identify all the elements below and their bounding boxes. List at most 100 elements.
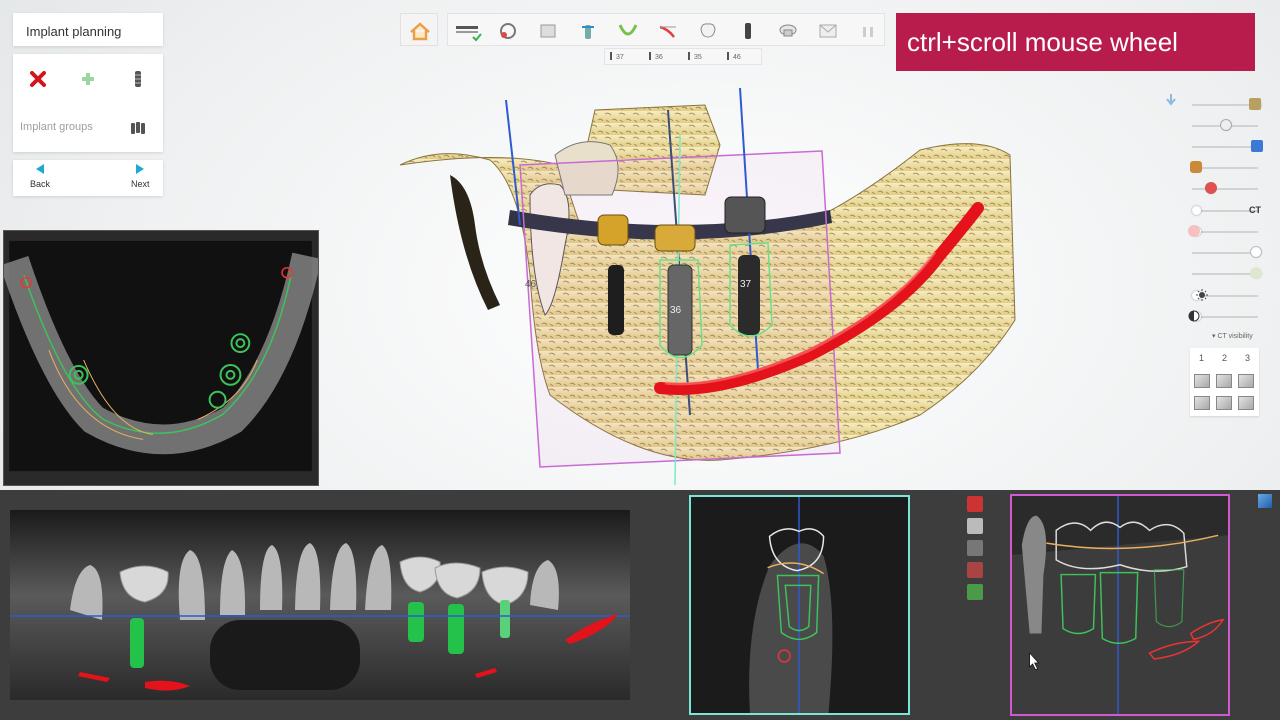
ct-label: CT bbox=[1249, 205, 1261, 215]
layout-2[interactable]: 2 bbox=[1222, 353, 1227, 363]
nerve-tool-icon[interactable] bbox=[967, 562, 983, 578]
tooth-tab-35[interactable]: 35 bbox=[688, 52, 702, 61]
jaw-curve-icon bbox=[618, 23, 637, 35]
implant-groups-button[interactable] bbox=[123, 113, 153, 143]
measure-tool-icon[interactable] bbox=[967, 496, 983, 512]
implant-mini-icon bbox=[727, 52, 729, 60]
adjust-tool-icon[interactable] bbox=[967, 584, 983, 600]
tooth-tabs: 37 36 35 46 bbox=[604, 48, 762, 65]
tool-nerve[interactable] bbox=[648, 14, 687, 47]
abutment-37 bbox=[724, 196, 766, 234]
view-cube-front-icon[interactable] bbox=[1194, 374, 1210, 388]
layout-1[interactable]: 1 bbox=[1199, 353, 1204, 363]
abutment-36 bbox=[654, 224, 696, 252]
contrast-slider[interactable] bbox=[1192, 312, 1258, 321]
delete-implant-button[interactable] bbox=[23, 64, 53, 94]
nerve-icon bbox=[659, 25, 676, 38]
visibility-slider-guide[interactable] bbox=[1192, 142, 1261, 151]
next-label: Next bbox=[131, 179, 150, 189]
panel-title: Implant planning bbox=[26, 24, 122, 39]
guide-icon bbox=[819, 24, 836, 37]
implant-label-37: 37 bbox=[740, 279, 752, 290]
implant-mini-icon bbox=[610, 52, 612, 60]
implant-group-icon bbox=[131, 122, 145, 134]
crown-visibility-icon bbox=[1220, 119, 1232, 131]
tooth-visibility-icon bbox=[1250, 246, 1262, 258]
next-arrow-icon bbox=[136, 164, 145, 174]
layout-3[interactable]: 3 bbox=[1245, 353, 1250, 363]
tool-segmentation[interactable] bbox=[488, 14, 527, 47]
view-maximize-icon[interactable] bbox=[1258, 494, 1272, 508]
tool-implant[interactable] bbox=[728, 14, 767, 47]
view-cube-side-icon[interactable] bbox=[1238, 374, 1254, 388]
workflow-toolbar bbox=[447, 13, 885, 46]
add-implant-button[interactable] bbox=[73, 64, 103, 94]
export-icon bbox=[862, 26, 873, 37]
tool-jaw-curve[interactable] bbox=[608, 14, 647, 47]
view-cube-bottom-icon[interactable] bbox=[1216, 396, 1232, 410]
implant-mini-icon bbox=[649, 52, 651, 60]
visibility-slider-soft-tissue[interactable] bbox=[1192, 227, 1258, 236]
bone-model-icon bbox=[1249, 98, 1261, 110]
ct-visibility-label[interactable]: ▾ CT visibility bbox=[1212, 332, 1253, 340]
home-button[interactable] bbox=[400, 13, 438, 46]
next-button[interactable]: Next bbox=[131, 164, 150, 189]
3d-viewport[interactable]: 46 36 37 bbox=[380, 75, 1180, 490]
segmentation-icon bbox=[499, 22, 516, 39]
nerve-visibility-icon bbox=[1205, 182, 1217, 194]
implant-tool-icon[interactable] bbox=[967, 540, 983, 556]
tool-crown[interactable] bbox=[688, 14, 727, 47]
view-layout-card: 1 2 3 bbox=[1190, 348, 1259, 416]
cross-section-tools bbox=[964, 494, 986, 604]
sleeve-icon bbox=[779, 24, 796, 36]
contrast-icon bbox=[1188, 310, 1200, 322]
axial-ct-view[interactable] bbox=[3, 230, 319, 486]
reset-arrow-icon[interactable] bbox=[1166, 94, 1176, 106]
implant-groups-label: Implant groups bbox=[20, 121, 93, 133]
implant-37[interactable] bbox=[738, 255, 760, 335]
implant-library-button[interactable] bbox=[123, 64, 153, 94]
hint-banner: ctrl+scroll mouse wheel bbox=[896, 13, 1255, 71]
sleeve-visibility-icon bbox=[1190, 161, 1202, 173]
implant-label-36: 36 bbox=[670, 305, 682, 316]
tool-sleeve[interactable] bbox=[768, 14, 807, 47]
visibility-slider-scan[interactable] bbox=[1192, 269, 1261, 278]
tooth-tab-36[interactable]: 36 bbox=[649, 52, 663, 61]
scan-visibility-icon bbox=[1250, 267, 1262, 279]
view-cube-top-icon[interactable] bbox=[1216, 374, 1232, 388]
tooth-tab-37[interactable]: 37 bbox=[610, 52, 624, 61]
view-cube-back-icon[interactable] bbox=[1194, 396, 1210, 410]
tool-export[interactable] bbox=[848, 14, 887, 47]
brightness-icon bbox=[1196, 289, 1208, 301]
tool-guide[interactable] bbox=[808, 14, 847, 47]
visibility-slider-nerve[interactable] bbox=[1192, 184, 1258, 193]
cross-section-view-2[interactable] bbox=[1010, 494, 1230, 716]
back-arrow-icon bbox=[36, 164, 44, 174]
home-icon bbox=[410, 22, 430, 41]
implant-icon bbox=[744, 22, 751, 39]
implant-mini-icon bbox=[688, 52, 690, 60]
visibility-slider-bone[interactable] bbox=[1192, 248, 1261, 257]
implant-icon bbox=[135, 71, 141, 87]
abutment-35 bbox=[597, 214, 629, 246]
navigation-card: Back Next bbox=[13, 160, 163, 196]
guide-visibility-icon bbox=[1251, 140, 1263, 152]
cross-section-view-1[interactable] bbox=[689, 495, 910, 715]
scan-icon bbox=[455, 25, 482, 41]
implant-tools-card: Implant groups bbox=[13, 54, 163, 152]
view-cube-right-icon[interactable] bbox=[1238, 396, 1254, 410]
back-label: Back bbox=[30, 179, 51, 189]
back-button[interactable]: Back bbox=[30, 164, 50, 189]
panoramic-view[interactable] bbox=[10, 510, 630, 700]
tool-implant-add[interactable] bbox=[568, 14, 607, 47]
ruler-tool-icon[interactable] bbox=[967, 518, 983, 534]
tool-panorama[interactable] bbox=[528, 14, 567, 47]
implant-label-46: 46 bbox=[525, 279, 537, 290]
tool-scan[interactable] bbox=[448, 14, 487, 47]
tooth-tab-46[interactable]: 46 bbox=[727, 52, 741, 61]
pano-sinus bbox=[210, 620, 360, 690]
panorama-icon bbox=[540, 24, 555, 37]
implant-35[interactable] bbox=[608, 265, 624, 335]
crown-icon bbox=[699, 22, 716, 38]
soft-tissue-icon bbox=[1188, 225, 1200, 237]
